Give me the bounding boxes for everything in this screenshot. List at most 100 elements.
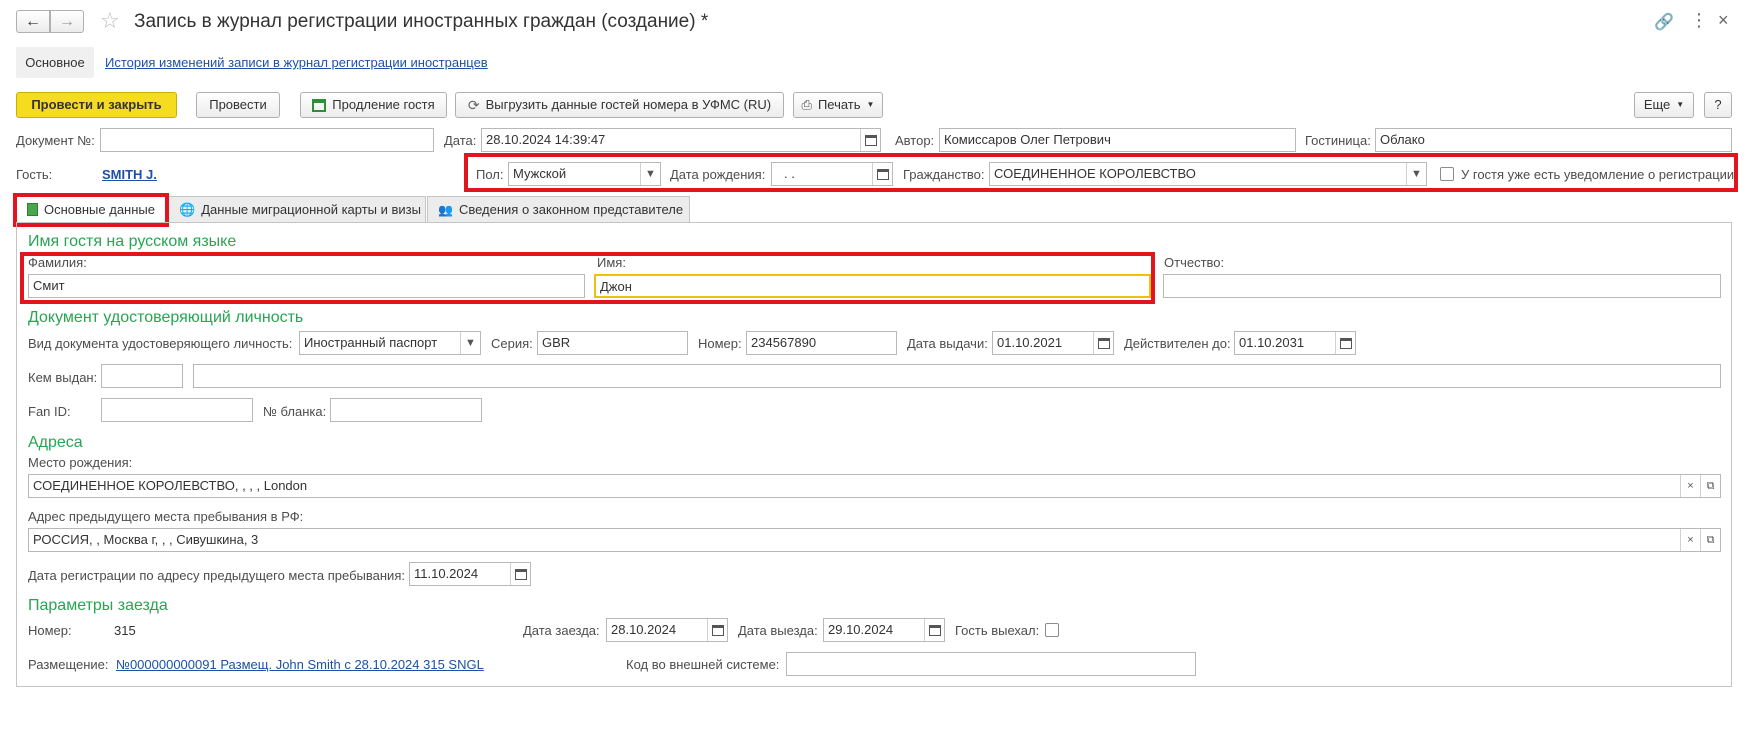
issue-date-value: 01.10.2021 xyxy=(997,335,1063,350)
close-icon[interactable]: × xyxy=(1718,10,1729,31)
open-icon[interactable]: ⧉ xyxy=(1700,529,1720,551)
chevron-down-icon[interactable]: ▼ xyxy=(460,332,480,354)
fan-id-input[interactable] xyxy=(101,398,253,422)
number-value: 234567890 xyxy=(751,335,817,350)
tab-legal-representative-label: Сведения о законном представителе xyxy=(458,201,684,217)
calendar-icon[interactable] xyxy=(924,619,944,641)
doc-type-select[interactable]: Иностранный паспорт ▼ xyxy=(299,331,481,355)
issued-by-label: Кем выдан: xyxy=(28,370,98,385)
printer-icon: ⎙ xyxy=(801,97,812,112)
globe-icon: 🌐 xyxy=(179,201,196,217)
valid-until-input[interactable]: 01.10.2031 xyxy=(1234,331,1356,355)
forward-button[interactable]: → xyxy=(50,10,84,33)
surname-input[interactable]: Смит xyxy=(28,274,585,298)
refresh-icon: ⟳ xyxy=(467,97,480,113)
issue-date-input[interactable]: 01.10.2021 xyxy=(992,331,1114,355)
print-button[interactable]: ⎙ Печать ▼ xyxy=(793,92,883,118)
reg-date-input[interactable]: 11.10.2024 xyxy=(409,562,531,586)
citizenship-select[interactable]: СОЕДИНЕННОЕ КОРОЛЕВСТВО ▼ xyxy=(989,162,1427,186)
export-ufms-button[interactable]: ⟳ Выгрузить данные гостей номера в УФМС … xyxy=(455,92,784,118)
calendar-icon[interactable] xyxy=(872,163,892,185)
blank-no-label: № бланка: xyxy=(263,404,327,419)
open-icon[interactable]: ⧉ xyxy=(1700,475,1720,497)
guest-left-checkbox[interactable] xyxy=(1045,623,1059,637)
help-button[interactable]: ? xyxy=(1704,92,1732,118)
calendar-icon[interactable] xyxy=(510,563,530,585)
date-label: Дата: xyxy=(444,133,477,148)
more-button[interactable]: Еще ▼ xyxy=(1634,92,1694,118)
series-input[interactable]: GBR xyxy=(537,331,688,355)
post-and-close-button[interactable]: Провести и закрыть xyxy=(16,92,177,118)
birth-input[interactable]: . . xyxy=(771,162,893,186)
chevron-down-icon[interactable]: ▼ xyxy=(1406,163,1426,185)
birth-label: Дата рождения: xyxy=(670,167,766,182)
checkin-label: Дата заезда: xyxy=(523,623,600,638)
ext-code-input[interactable] xyxy=(786,652,1196,676)
name-input[interactable]: Джон xyxy=(594,274,1151,298)
clear-icon[interactable]: × xyxy=(1680,529,1700,551)
nav-tab-main[interactable]: Основное xyxy=(16,47,94,78)
reg-date-value: 11.10.2024 xyxy=(414,566,479,581)
placement-link[interactable]: №000000000091 Размещ. John Smith с 28.10… xyxy=(116,657,484,673)
link-icon[interactable]: 🔗 xyxy=(1654,12,1674,32)
prev-address-label: Адрес предыдущего места пребывания в РФ: xyxy=(28,509,304,524)
placement-label: Размещение: xyxy=(28,657,109,672)
issued-by-code-input[interactable] xyxy=(101,364,183,388)
extend-guest-button[interactable]: Продление гостя xyxy=(300,92,447,118)
prev-address-input[interactable]: РОССИЯ, , Москва г, , , Сивушкина, 3 × ⧉ xyxy=(28,528,1721,552)
kebab-menu-icon[interactable]: ⋮ xyxy=(1690,10,1708,31)
back-button[interactable]: ← xyxy=(16,10,50,33)
doc-type-label: Вид документа удостоверяющего личность: xyxy=(28,336,293,351)
calendar-icon[interactable] xyxy=(1335,332,1355,354)
checkin-input[interactable]: 28.10.2024 xyxy=(606,618,728,642)
name-value: Джон xyxy=(600,279,632,294)
help-label: ? xyxy=(1714,97,1722,112)
chevron-down-icon[interactable]: ▼ xyxy=(640,163,660,185)
birth-place-input[interactable]: СОЕДИНЕННОЕ КОРОЛЕВСТВО, , , , London × … xyxy=(28,474,1721,498)
notice-checkbox[interactable] xyxy=(1440,167,1454,181)
clear-icon[interactable]: × xyxy=(1680,475,1700,497)
star-icon[interactable]: ☆ xyxy=(100,8,120,34)
author-input[interactable]: Комиссаров Олег Петрович xyxy=(939,128,1296,152)
post-button[interactable]: Провести xyxy=(196,92,280,118)
patronymic-label: Отчество: xyxy=(1164,255,1225,270)
nav-tab-main-label: Основное xyxy=(25,55,85,70)
hotel-input[interactable]: Облако xyxy=(1375,128,1732,152)
post-label: Провести xyxy=(209,97,267,112)
doc-type-value: Иностранный паспорт xyxy=(304,335,438,350)
hotel-value: Облако xyxy=(1380,132,1425,147)
citizenship-label: Гражданство: xyxy=(903,167,985,182)
more-label: Еще xyxy=(1643,97,1671,112)
sex-select[interactable]: Мужской ▼ xyxy=(508,162,661,186)
guest-link[interactable]: SMITH J. xyxy=(102,167,157,183)
name-label: Имя: xyxy=(597,255,626,270)
issue-date-label: Дата выдачи: xyxy=(907,336,988,351)
issued-by-input[interactable] xyxy=(193,364,1721,388)
doc-no-input[interactable] xyxy=(100,128,434,152)
checkout-input[interactable]: 29.10.2024 xyxy=(823,618,945,642)
tab-migration-card[interactable]: 🌐 Данные миграционной карты и визы xyxy=(168,196,426,222)
tab-legal-representative[interactable]: 👥 Сведения о законном представителе xyxy=(427,196,690,222)
room-label: Номер: xyxy=(28,623,72,638)
valid-until-label: Действителен до: xyxy=(1124,336,1231,351)
nav-tab-history[interactable]: История изменений записи в журнал регист… xyxy=(105,55,488,71)
tab-main-data[interactable]: Основные данные xyxy=(16,196,166,222)
surname-value: Смит xyxy=(33,278,65,293)
calendar-icon[interactable] xyxy=(707,619,727,641)
addresses-heading: Адреса xyxy=(28,434,83,451)
calendar-icon[interactable] xyxy=(1093,332,1113,354)
date-input[interactable]: 28.10.2024 14:39:47 xyxy=(481,128,881,152)
series-label: Серия: xyxy=(491,336,533,351)
blank-no-input[interactable] xyxy=(330,398,482,422)
number-input[interactable]: 234567890 xyxy=(746,331,897,355)
date-value: 28.10.2024 14:39:47 xyxy=(486,132,606,147)
name-section-heading: Имя гостя на русском языке xyxy=(28,233,237,250)
checkout-value: 29.10.2024 xyxy=(828,622,894,637)
guest-left-label: Гость выехал: xyxy=(955,623,1040,638)
calendar-icon[interactable] xyxy=(860,129,880,151)
guest-label: Гость: xyxy=(16,167,53,182)
patronymic-input[interactable] xyxy=(1163,274,1721,298)
citizenship-value: СОЕДИНЕННОЕ КОРОЛЕВСТВО xyxy=(994,166,1196,181)
calendar-check-icon xyxy=(312,98,327,112)
tab-migration-card-label: Данные миграционной карты и визы xyxy=(201,201,421,217)
